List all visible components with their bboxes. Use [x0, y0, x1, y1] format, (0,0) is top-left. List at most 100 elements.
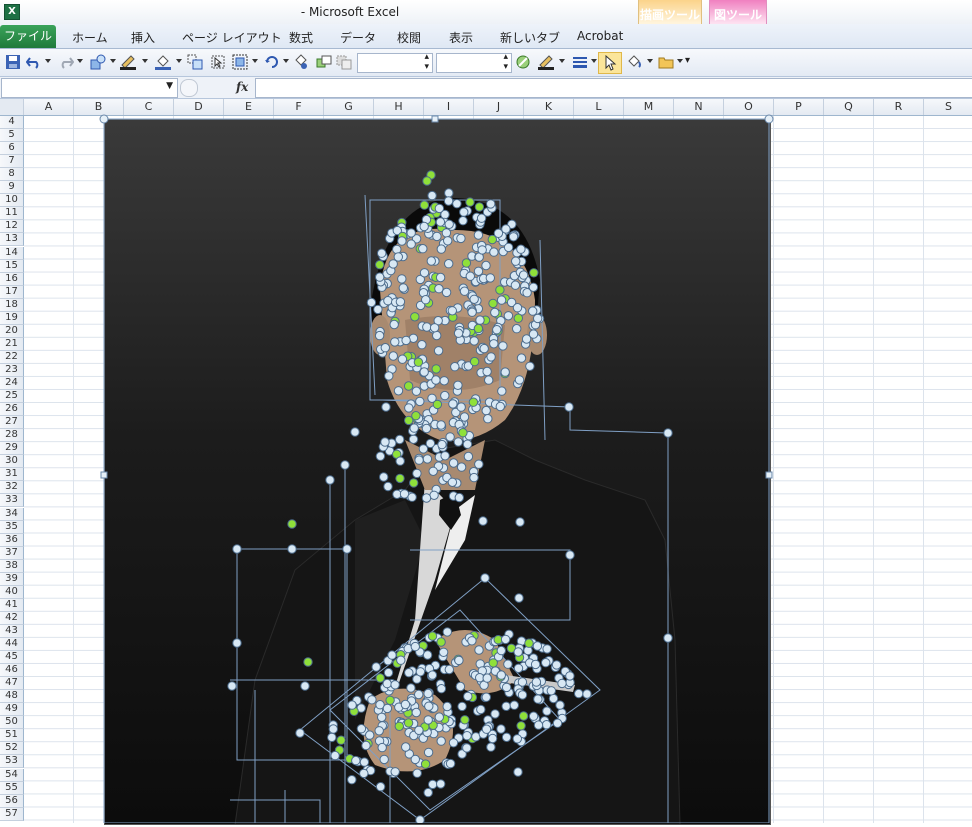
adjust-handle[interactable]	[394, 721, 404, 731]
edit-point[interactable]	[383, 296, 393, 306]
edit-point[interactable]	[408, 434, 419, 444]
adjust-handle[interactable]	[420, 759, 431, 769]
edit-point[interactable]	[546, 686, 556, 696]
adjust-handle[interactable]	[432, 399, 443, 410]
edit-point[interactable]	[330, 750, 340, 761]
edit-point[interactable]	[469, 294, 479, 304]
edit-point[interactable]	[390, 680, 400, 690]
edit-point[interactable]	[528, 306, 538, 316]
edit-point[interactable]	[501, 701, 511, 711]
edit-point[interactable]	[517, 677, 528, 687]
adjust-handle[interactable]	[461, 258, 472, 268]
edit-point[interactable]	[414, 725, 424, 735]
edit-point[interactable]	[459, 412, 470, 422]
resize-handle-top[interactable]	[431, 115, 439, 123]
edit-point[interactable]	[361, 740, 371, 751]
edit-point[interactable]	[565, 671, 575, 681]
resize-handle-right[interactable]	[765, 471, 773, 479]
edit-point[interactable]	[473, 266, 484, 276]
edit-point[interactable]	[356, 724, 367, 734]
edit-point[interactable]	[295, 728, 305, 738]
edit-point[interactable]	[463, 451, 474, 462]
edit-point[interactable]	[434, 284, 444, 294]
edit-point[interactable]	[232, 544, 242, 554]
edit-point[interactable]	[528, 282, 539, 292]
edit-point[interactable]	[513, 647, 523, 657]
edit-point[interactable]	[510, 280, 521, 290]
edit-point[interactable]	[457, 701, 467, 712]
adjust-handle[interactable]	[518, 711, 529, 721]
edit-point[interactable]	[412, 468, 422, 479]
edit-point[interactable]	[421, 423, 432, 434]
edit-point[interactable]	[476, 704, 486, 715]
edit-point[interactable]	[382, 703, 393, 714]
adjust-handle[interactable]	[287, 519, 297, 529]
edit-point[interactable]	[443, 236, 453, 246]
edit-point[interactable]	[410, 641, 420, 652]
edit-point[interactable]	[513, 663, 524, 673]
edit-point[interactable]	[375, 451, 386, 461]
edit-point[interactable]	[490, 307, 500, 318]
edit-point[interactable]	[440, 451, 450, 461]
edit-point[interactable]	[432, 231, 442, 242]
adjust-handle[interactable]	[303, 657, 313, 667]
edit-point[interactable]	[436, 779, 446, 789]
edit-point[interactable]	[395, 434, 405, 445]
edit-point[interactable]	[503, 659, 513, 669]
resize-handle-top-left[interactable]	[99, 114, 109, 124]
edit-point[interactable]	[375, 782, 386, 792]
edit-point[interactable]	[426, 256, 436, 266]
edit-point[interactable]	[422, 454, 433, 464]
edit-point[interactable]	[383, 481, 393, 492]
edit-point[interactable]	[435, 272, 446, 283]
edit-point[interactable]	[514, 593, 524, 603]
adjust-handle[interactable]	[524, 638, 534, 648]
resize-handle-top-right[interactable]	[764, 114, 774, 124]
edit-point[interactable]	[514, 375, 525, 385]
edit-point[interactable]	[419, 268, 430, 278]
adjust-handle[interactable]	[413, 357, 424, 367]
adjust-handle[interactable]	[375, 260, 385, 270]
edit-point[interactable]	[486, 199, 496, 209]
edit-point[interactable]	[436, 684, 447, 694]
edit-point[interactable]	[541, 658, 551, 668]
edit-point[interactable]	[397, 354, 408, 364]
edit-point[interactable]	[395, 456, 405, 466]
edit-point[interactable]	[404, 668, 414, 678]
edit-point[interactable]	[459, 286, 470, 296]
edit-point[interactable]	[421, 295, 431, 305]
edit-point[interactable]	[398, 283, 408, 293]
edit-point[interactable]	[436, 420, 446, 430]
edit-point[interactable]	[433, 346, 444, 356]
edit-point[interactable]	[483, 414, 493, 424]
edit-point[interactable]	[501, 682, 512, 693]
edit-point[interactable]	[441, 228, 452, 238]
edit-point[interactable]	[482, 673, 492, 683]
edit-point[interactable]	[342, 544, 352, 554]
edit-point[interactable]	[436, 244, 446, 254]
adjust-handle[interactable]	[409, 478, 419, 488]
edit-point[interactable]	[379, 754, 389, 765]
adjust-handle[interactable]	[375, 673, 385, 683]
edit-point[interactable]	[455, 681, 466, 692]
adjust-handle[interactable]	[516, 721, 526, 731]
edit-point[interactable]	[501, 732, 512, 742]
edit-point[interactable]	[383, 667, 394, 678]
edit-point[interactable]	[444, 219, 454, 230]
edit-point[interactable]	[366, 297, 377, 308]
edit-point[interactable]	[503, 311, 514, 321]
edit-point[interactable]	[445, 432, 455, 442]
edit-point[interactable]	[422, 322, 432, 332]
edit-point[interactable]	[496, 670, 506, 680]
edit-point[interactable]	[516, 353, 527, 363]
edit-point[interactable]	[532, 641, 543, 651]
edit-point[interactable]	[515, 517, 525, 527]
edit-point[interactable]	[428, 466, 438, 476]
edit-point[interactable]	[555, 700, 565, 710]
edit-point[interactable]	[452, 199, 462, 209]
edit-point[interactable]	[432, 330, 442, 341]
edit-point[interactable]	[462, 731, 472, 741]
edit-point[interactable]	[423, 747, 434, 758]
edit-point[interactable]	[440, 390, 450, 401]
edit-point[interactable]	[574, 688, 584, 699]
